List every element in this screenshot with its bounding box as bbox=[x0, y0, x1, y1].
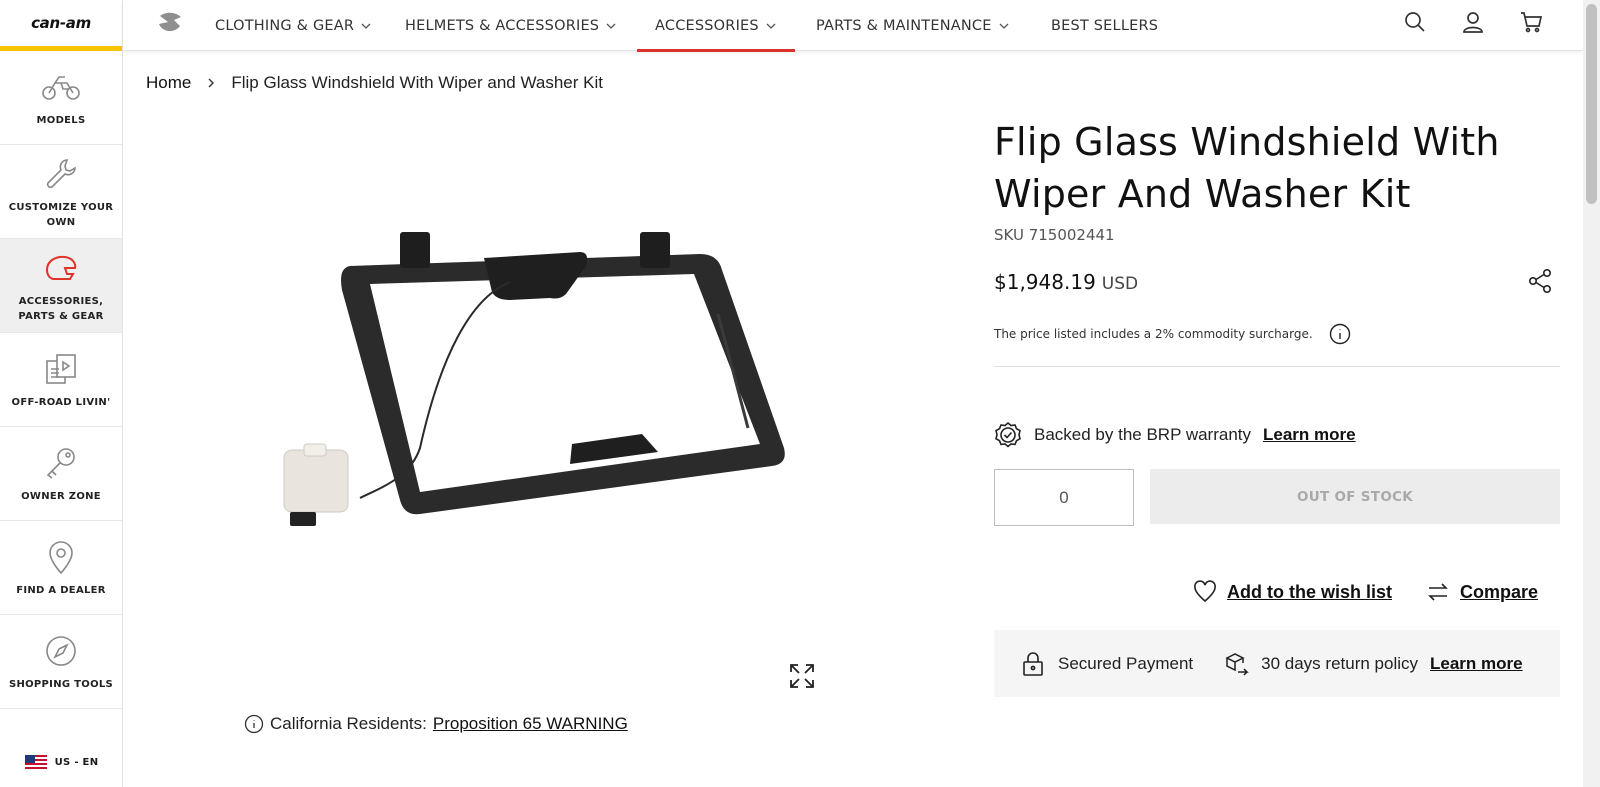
map-pin-icon bbox=[41, 537, 81, 577]
product-image[interactable] bbox=[270, 218, 810, 548]
sidebar-item-offroad[interactable]: OFF-ROAD LIVIN' bbox=[0, 333, 122, 427]
search-icon[interactable] bbox=[1403, 10, 1427, 34]
prop65-notice: California Residents: Proposition 65 WAR… bbox=[244, 714, 628, 734]
compare-link[interactable]: Compare bbox=[1460, 582, 1538, 603]
compass-icon bbox=[41, 631, 81, 671]
badge-check-icon bbox=[995, 421, 1021, 448]
atv-icon bbox=[41, 67, 81, 107]
sidebar-item-owner-zone[interactable]: OWNER ZONE bbox=[0, 427, 122, 521]
nav-utility-icons bbox=[1403, 10, 1543, 34]
product-sku: SKU 715002441 bbox=[994, 226, 1115, 244]
sidebar: can-am MODELS CUSTOMIZE YOUR OWN ACCESSO… bbox=[0, 0, 123, 787]
page-scrollbar[interactable] bbox=[1583, 0, 1600, 787]
chevron-down-icon bbox=[606, 23, 616, 29]
breadcrumb-home[interactable]: Home bbox=[146, 73, 191, 93]
helmet-icon bbox=[41, 248, 81, 288]
cart-icon[interactable] bbox=[1519, 10, 1543, 34]
account-icon[interactable] bbox=[1461, 10, 1485, 34]
warranty-notice: Backed by the BRP warranty Learn more bbox=[994, 421, 1356, 449]
sidebar-item-accessories[interactable]: ACCESSORIES, PARTS & GEAR bbox=[0, 239, 122, 333]
product-actions: Add to the wish list Compare bbox=[1193, 580, 1538, 604]
nav-clothing-gear[interactable]: CLOTHING & GEAR bbox=[215, 0, 372, 51]
heart-icon[interactable] bbox=[1193, 580, 1217, 604]
wrench-icon bbox=[41, 154, 81, 194]
product-title: Flip Glass Windshield With Wiper And Was… bbox=[994, 120, 1500, 216]
out-of-stock-button[interactable]: OUT OF STOCK bbox=[1150, 469, 1560, 524]
chevron-down-icon bbox=[999, 23, 1009, 29]
sidebar-item-customize[interactable]: CUSTOMIZE YOUR OWN bbox=[0, 145, 122, 239]
brp-mark-icon[interactable] bbox=[156, 10, 184, 36]
sidebar-item-models[interactable]: MODELS bbox=[0, 51, 122, 145]
assurance-bar: Secured Payment 30 days return policy Le… bbox=[994, 630, 1560, 697]
box-return-icon bbox=[1225, 652, 1249, 676]
surcharge-note: The price listed includes a 2% commodity… bbox=[994, 323, 1351, 345]
nav-accessories[interactable]: ACCESSORIES bbox=[637, 0, 795, 52]
info-icon bbox=[244, 714, 264, 734]
lock-icon bbox=[1023, 651, 1043, 676]
chevron-right-icon bbox=[208, 78, 215, 88]
chevron-down-icon bbox=[766, 23, 776, 29]
product-price: $1,948.19 USD bbox=[994, 270, 1139, 294]
breadcrumb-current: Flip Glass Windshield With Wiper and Was… bbox=[231, 73, 603, 92]
key-icon bbox=[41, 443, 81, 483]
prop65-link[interactable]: Proposition 65 WARNING bbox=[433, 714, 628, 734]
warranty-learn-more-link[interactable]: Learn more bbox=[1263, 425, 1356, 445]
sidebar-item-shopping-tools[interactable]: SHOPPING TOOLS bbox=[0, 615, 122, 709]
can-am-logo[interactable]: can-am bbox=[0, 0, 122, 51]
top-nav: CLOTHING & GEAR HELMETS & ACCESSORIES AC… bbox=[123, 0, 1583, 52]
info-icon[interactable] bbox=[1329, 323, 1351, 345]
divider bbox=[994, 366, 1560, 367]
nav-parts-maintenance[interactable]: PARTS & MAINTENANCE bbox=[816, 0, 1010, 51]
locale-selector[interactable]: US - EN bbox=[0, 737, 123, 787]
currency-label: USD bbox=[1101, 274, 1139, 294]
share-icon[interactable] bbox=[1527, 268, 1553, 294]
media-icon bbox=[41, 349, 81, 389]
chevron-down-icon bbox=[361, 23, 371, 29]
nav-best-sellers[interactable]: BEST SELLERS bbox=[1051, 0, 1158, 51]
quantity-input[interactable]: 0 bbox=[994, 469, 1134, 526]
us-flag-icon bbox=[24, 755, 47, 769]
return-learn-more-link[interactable]: Learn more bbox=[1430, 654, 1523, 674]
add-to-wishlist-link[interactable]: Add to the wish list bbox=[1227, 582, 1392, 603]
scrollbar-thumb[interactable] bbox=[1586, 4, 1597, 204]
breadcrumb: Home Flip Glass Windshield With Wiper an… bbox=[146, 73, 603, 93]
nav-helmets-accessories[interactable]: HELMETS & ACCESSORIES bbox=[405, 0, 617, 51]
expand-icon[interactable] bbox=[788, 662, 816, 690]
sidebar-item-find-dealer[interactable]: FIND A DEALER bbox=[0, 521, 122, 615]
compare-arrows-icon[interactable] bbox=[1426, 580, 1450, 604]
